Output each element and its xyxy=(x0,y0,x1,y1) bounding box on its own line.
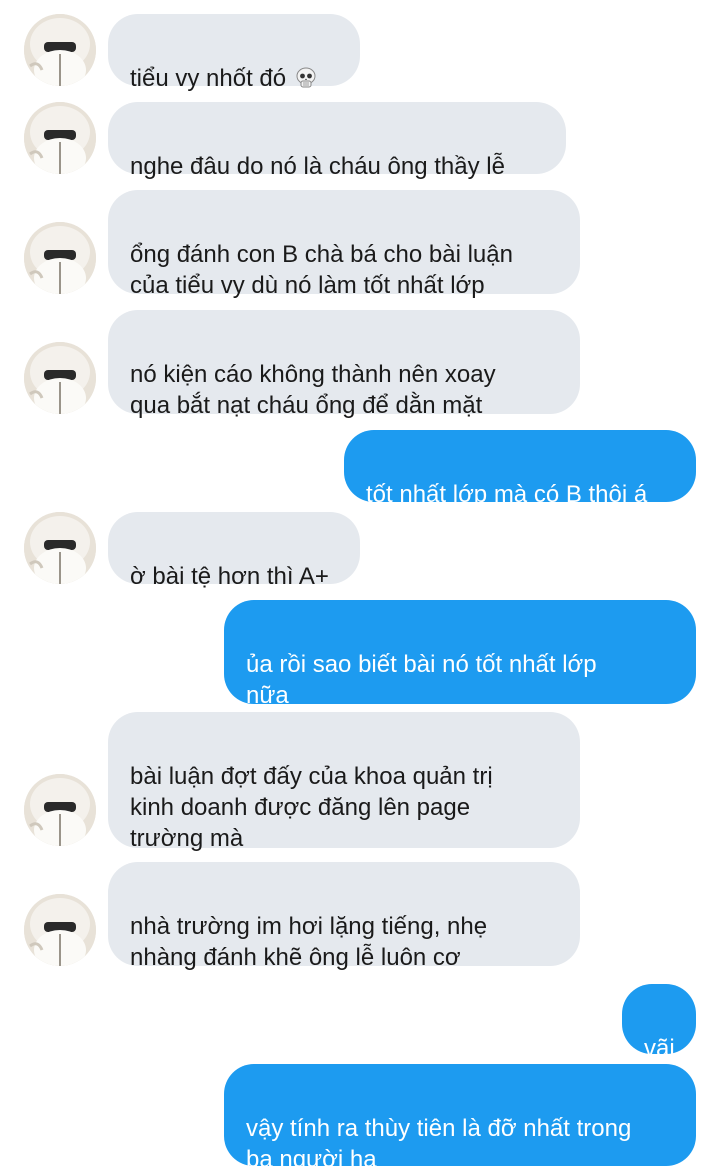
avatar-image xyxy=(24,774,96,846)
message-bubble-incoming[interactable]: nhà trường im hơi lặng tiếng, nhẹ nhàng … xyxy=(108,862,580,971)
message-text: bài luận đợt đấy của khoa quản trị kinh … xyxy=(130,763,493,852)
chat-thread: tiểu vy nhốt đó nghe đâu do nó là cháu ô… xyxy=(0,0,720,1173)
message-bubble-outgoing[interactable]: tốt nhất lớp mà có B thôi á xyxy=(344,430,696,508)
message-text: nghe đâu do nó là cháu ông thầy lễ xyxy=(130,153,505,180)
message-bubble-incoming[interactable]: bài luận đợt đấy của khoa quản trị kinh … xyxy=(108,712,580,852)
message-bubble-incoming[interactable]: nó kiện cáo không thành nên xoay qua bắt… xyxy=(108,310,580,419)
message-bubble-outgoing[interactable]: vậy tính ra thùy tiên là đỡ nhất trong b… xyxy=(224,1064,696,1173)
avatar[interactable] xyxy=(24,102,96,174)
skull-icon xyxy=(294,66,318,98)
message-bubble-incoming[interactable]: nghe đâu do nó là cháu ông thầy lễ xyxy=(108,102,566,180)
avatar-image xyxy=(24,102,96,174)
message-bubble-incoming[interactable]: ờ bài tệ hơn thì A+ xyxy=(108,512,360,590)
message-bubble-outgoing[interactable]: ủa rồi sao biết bài nó tốt nhất lớp nữa xyxy=(224,600,696,709)
avatar[interactable] xyxy=(24,342,96,414)
message-text: vãi xyxy=(644,1035,675,1062)
message-text: ủa rồi sao biết bài nó tốt nhất lớp nữa xyxy=(246,651,597,709)
message-text: ờ bài tệ hơn thì A+ xyxy=(130,563,329,590)
message-text: tiểu vy nhốt đó xyxy=(130,65,287,92)
avatar-image xyxy=(24,222,96,294)
avatar[interactable] xyxy=(24,222,96,294)
message-bubble-incoming[interactable]: ổng đánh con B chà bá cho bài luận của t… xyxy=(108,190,580,299)
avatar[interactable] xyxy=(24,14,96,86)
avatar-image xyxy=(24,894,96,966)
message-bubble-outgoing[interactable]: vãi xyxy=(622,984,696,1062)
message-text: vậy tính ra thùy tiên là đỡ nhất trong b… xyxy=(246,1115,632,1173)
avatar[interactable] xyxy=(24,894,96,966)
message-text: nhà trường im hơi lặng tiếng, nhẹ nhàng … xyxy=(130,913,488,971)
avatar-image xyxy=(24,512,96,584)
message-bubble-incoming[interactable]: tiểu vy nhốt đó xyxy=(108,14,360,92)
message-text: tốt nhất lớp mà có B thôi á xyxy=(366,481,648,508)
message-text: ổng đánh con B chà bá cho bài luận của t… xyxy=(130,241,513,299)
avatar-image xyxy=(24,342,96,414)
avatar-image xyxy=(24,14,96,86)
avatar[interactable] xyxy=(24,512,96,584)
avatar[interactable] xyxy=(24,774,96,846)
message-text: nó kiện cáo không thành nên xoay qua bắt… xyxy=(130,361,496,419)
